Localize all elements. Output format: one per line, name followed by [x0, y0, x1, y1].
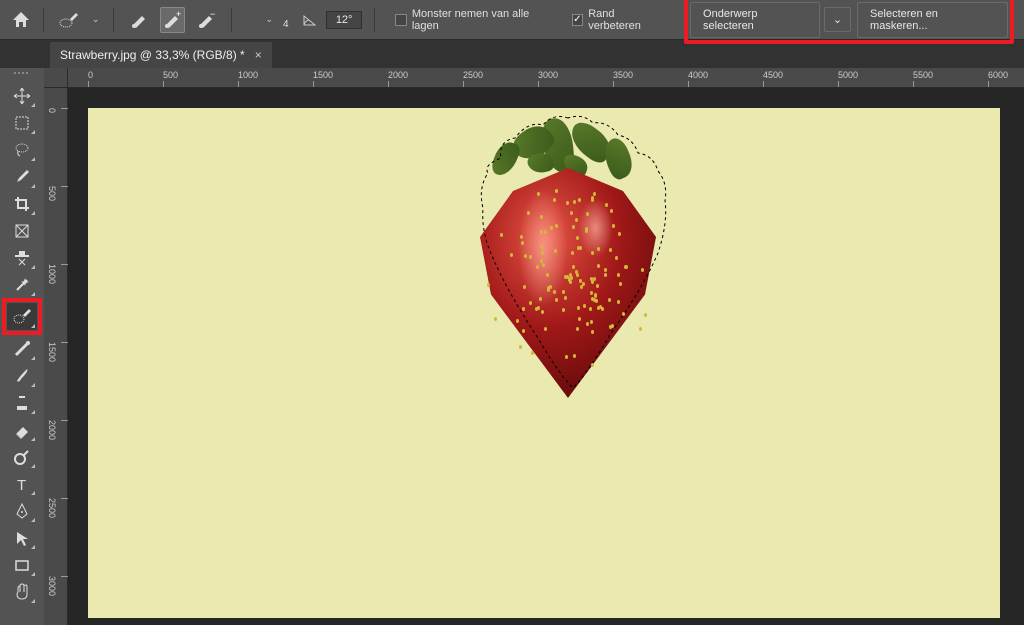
divider — [113, 8, 114, 32]
horizontal-ruler[interactable]: 0500100015002000250030003500400045005000… — [68, 68, 1024, 88]
add-to-selection-icon[interactable]: + — [160, 7, 185, 33]
angle-input[interactable]: 12° — [326, 11, 362, 29]
enhance-edge-label: Rand verbeteren — [588, 8, 668, 32]
ruler-corner[interactable] — [44, 68, 68, 88]
quick-selection-tool[interactable] — [7, 303, 37, 330]
divider — [374, 8, 375, 32]
type-tool[interactable]: T — [7, 470, 37, 497]
divider — [43, 8, 44, 32]
move-tool[interactable] — [7, 82, 37, 109]
checkbox-icon: ✓ — [572, 14, 584, 26]
tools-sidebar: T — [0, 68, 44, 625]
magic-wand-tool[interactable] — [7, 271, 37, 298]
brush-size-chevron-icon[interactable]: ⌄ — [263, 14, 275, 25]
subtract-from-selection-icon[interactable]: − — [193, 7, 218, 33]
svg-text:−: − — [210, 11, 215, 19]
svg-text:+: + — [176, 11, 181, 19]
hand-tool[interactable] — [7, 578, 37, 605]
gradient-tool[interactable] — [7, 335, 37, 362]
canvas-area: 0500100015002000250030003500400045005000… — [44, 68, 1024, 625]
close-tab-icon[interactable]: × — [255, 48, 262, 62]
clone-stamp-tool[interactable] — [7, 389, 37, 416]
rectangle-tool[interactable] — [7, 551, 37, 578]
dodge-tool[interactable] — [7, 443, 37, 470]
brush-size-value: 4 — [283, 19, 289, 30]
divider — [231, 8, 232, 32]
brush-preset-chevron-icon[interactable]: ⌄ — [90, 14, 102, 25]
angle-icon — [301, 11, 319, 29]
eraser-tool[interactable] — [7, 416, 37, 443]
brush-tool[interactable] — [7, 362, 37, 389]
checkbox-icon — [395, 14, 407, 26]
frame-tool[interactable] — [7, 217, 37, 244]
eyedropper-tool[interactable] — [7, 163, 37, 190]
sample-all-layers-label: Monster nemen van alle lagen — [412, 8, 556, 32]
panel-grip-icon[interactable] — [14, 72, 30, 78]
select-subject-button[interactable]: Onderwerp selecteren — [690, 2, 820, 38]
lasso-tool[interactable] — [7, 136, 37, 163]
vertical-ruler[interactable]: 050010001500200025003000 — [44, 88, 68, 625]
highlight-box-tool — [2, 298, 42, 335]
document-tab[interactable]: Strawberry.jpg @ 33,3% (RGB/8) * × — [50, 42, 272, 68]
document-tab-title: Strawberry.jpg @ 33,3% (RGB/8) * — [60, 48, 245, 62]
select-subject-dropdown[interactable]: ⌄ — [824, 7, 851, 32]
home-button[interactable] — [10, 10, 31, 30]
chevron-down-icon: ⌄ — [833, 14, 842, 26]
marquee-tool[interactable] — [7, 109, 37, 136]
spot-heal-tool[interactable] — [7, 244, 37, 271]
document-tab-bar: Strawberry.jpg @ 33,3% (RGB/8) * × — [0, 40, 1024, 68]
strawberry-image — [428, 118, 708, 418]
enhance-edge-checkbox[interactable]: ✓ Rand verbeteren — [572, 8, 669, 32]
new-selection-icon[interactable] — [126, 7, 151, 33]
svg-text:T: T — [17, 477, 26, 492]
pen-tool[interactable] — [7, 497, 37, 524]
sample-all-layers-checkbox[interactable]: Monster nemen van alle lagen — [395, 8, 555, 32]
highlight-box: Onderwerp selecteren ⌄ Selecteren en mas… — [684, 0, 1014, 44]
select-and-mask-button[interactable]: Selecteren en maskeren... — [857, 2, 1008, 38]
options-bar: ⌄ + − ⌄ 4 12° Monster nemen van alle lag… — [0, 0, 1024, 40]
document-canvas[interactable] — [88, 108, 1000, 618]
brush-preset-picker[interactable] — [56, 7, 81, 33]
path-selection-tool[interactable] — [7, 524, 37, 551]
crop-tool[interactable] — [7, 190, 37, 217]
